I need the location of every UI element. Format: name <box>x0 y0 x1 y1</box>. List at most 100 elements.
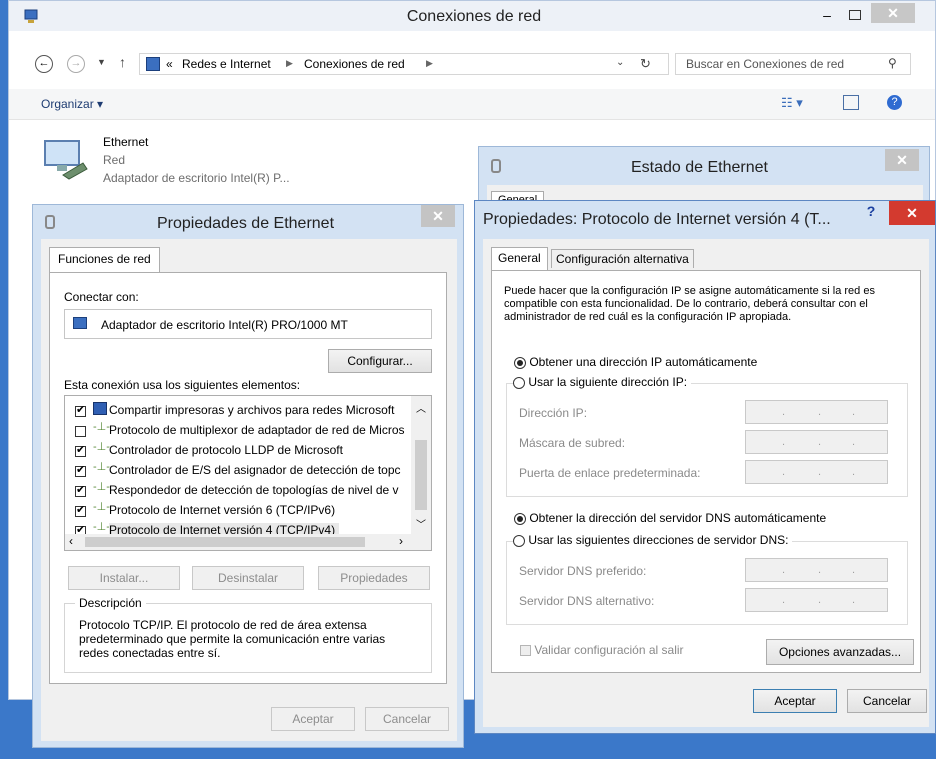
ipv4-ok-button[interactable]: Aceptar <box>753 689 837 713</box>
uninstall-button[interactable]: Desinstalar <box>192 566 304 590</box>
command-bar: Organizar ▾ ☷ ▾ ? <box>9 89 935 120</box>
scroll-up-icon[interactable]: ︿ <box>416 400 426 415</box>
props-window-title: Propiedades de Ethernet <box>157 215 335 232</box>
list-item[interactable]: Compartir impresoras y archivos para red… <box>65 400 405 420</box>
search-placeholder: Buscar en Conexiones de red <box>686 57 845 71</box>
item-checkbox[interactable] <box>75 426 86 438</box>
list-item[interactable]: -⊥- Respondedor de detección de topologí… <box>65 480 405 500</box>
radio-selected-icon[interactable] <box>514 356 526 369</box>
network-folder-icon <box>146 57 160 71</box>
back-button[interactable]: ← <box>35 55 53 73</box>
protocol-icon: -⊥- <box>93 441 110 453</box>
scroll-right-icon[interactable]: › <box>399 534 403 548</box>
network-app-icon <box>491 159 501 173</box>
scroll-thumb[interactable] <box>85 537 365 547</box>
help-icon[interactable]: ? <box>887 95 902 110</box>
ip-auto-radio[interactable]: Obtener una dirección IP automáticamente <box>514 355 757 369</box>
item-checkbox[interactable] <box>75 483 86 498</box>
intro-text: Puede hacer que la configuración IP se a… <box>504 285 875 323</box>
protocol-icon: -⊥- <box>93 481 110 493</box>
ethernet-properties-window: Propiedades de Ethernet ✕ Funciones de r… <box>32 204 464 748</box>
advanced-options-button[interactable]: Opciones avanzadas... <box>766 639 914 665</box>
item-label: Protocolo de multiplexor de adaptador de… <box>109 423 405 437</box>
list-item[interactable]: -⊥- Protocolo de multiplexor de adaptado… <box>65 420 405 440</box>
adapter-device: Adaptador de escritorio Intel(R) P... <box>103 171 290 185</box>
search-icon: ⚲ <box>888 56 897 70</box>
radio-selected-icon[interactable] <box>514 512 526 525</box>
status-close-button[interactable]: ✕ <box>885 149 919 171</box>
refresh-icon[interactable]: ↻ <box>640 56 651 72</box>
ipv4-close-button[interactable]: ✕ <box>889 201 935 225</box>
dns-manual-radio[interactable]: Usar las siguientes direcciones de servi… <box>513 533 793 547</box>
minimize-button[interactable]: – <box>817 7 837 23</box>
forward-button[interactable]: → <box>67 55 85 73</box>
organize-menu[interactable]: Organizar ▾ <box>41 97 103 111</box>
breadcrumb-separator-icon: ▶ <box>286 58 293 68</box>
protocol-icon: -⊥- <box>93 421 110 433</box>
ipv4-window-title: Propiedades: Protocolo de Internet versi… <box>483 211 831 228</box>
help-button[interactable]: ? <box>861 203 881 219</box>
tab-configuracion-alternativa[interactable]: Configuración alternativa <box>551 249 694 268</box>
list-item[interactable]: -⊥- Protocolo de Internet versión 6 (TCP… <box>65 500 405 520</box>
dns-preferred-field: ... <box>745 558 888 582</box>
ip-manual-group: Usar la siguiente dirección IP: Direcció… <box>506 375 908 497</box>
breadcrumb-item[interactable]: Redes e Internet <box>182 57 271 71</box>
breadcrumb-overflow[interactable]: « <box>166 57 173 71</box>
item-checkbox[interactable] <box>75 503 86 518</box>
list-item[interactable]: -⊥- Controlador de protocolo LLDP de Mic… <box>65 440 405 460</box>
preview-pane-icon[interactable] <box>843 95 859 110</box>
validate-checkbox[interactable]: Validar configuración al salir <box>520 643 684 657</box>
history-dropdown-icon[interactable]: ▼ <box>97 57 106 67</box>
protocol-icon: -⊥- <box>93 521 110 533</box>
ipv4-body: General Configuración alternativa Puede … <box>483 239 929 727</box>
network-app-icon <box>45 215 55 229</box>
change-view-icon[interactable]: ☷ ▾ <box>781 95 803 111</box>
radio-unselected-icon[interactable] <box>513 376 525 389</box>
breadcrumb-item[interactable]: Conexiones de red <box>304 57 405 71</box>
scroll-down-icon[interactable]: ﹀ <box>416 516 426 531</box>
ip-address-field: ... <box>745 400 888 424</box>
ipv4-cancel-button[interactable]: Cancelar <box>847 689 927 713</box>
item-label: Protocolo de Internet versión 6 (TCP/IPv… <box>109 503 336 517</box>
item-checkbox[interactable] <box>75 463 86 478</box>
dns-manual-label: Usar las siguientes direcciones de servi… <box>528 533 789 547</box>
validate-checkbox-box[interactable] <box>520 645 531 657</box>
scroll-left-icon[interactable]: ‹ <box>69 534 73 548</box>
protocol-icon: -⊥- <box>93 461 110 473</box>
list-horizontal-scrollbar[interactable]: ‹ › <box>65 534 431 550</box>
item-checkbox[interactable] <box>75 443 86 458</box>
properties-button[interactable]: Propiedades <box>318 566 430 590</box>
dns-auto-radio[interactable]: Obtener la dirección del servidor DNS au… <box>514 511 826 525</box>
configure-button[interactable]: Configurar... <box>328 349 432 373</box>
ok-button[interactable]: Aceptar <box>271 707 355 731</box>
address-bar[interactable]: « Redes e Internet ▶ Conexiones de red ▶… <box>139 53 669 75</box>
printer-share-icon <box>93 402 107 415</box>
address-dropdown-icon[interactable]: ⌄ <box>616 57 624 68</box>
subnet-field: ... <box>745 430 888 454</box>
ethernet-adapter-item[interactable]: Ethernet Red Adaptador de escritorio Int… <box>39 129 459 189</box>
network-adapter-icon <box>43 135 89 181</box>
search-input[interactable]: Buscar en Conexiones de red ⚲ <box>675 53 911 75</box>
gateway-field: ... <box>745 460 888 484</box>
list-item[interactable]: -⊥- Controlador de E/S del asignador de … <box>65 460 405 480</box>
props-close-button[interactable]: ✕ <box>421 205 455 227</box>
radio-unselected-icon[interactable] <box>513 534 525 547</box>
up-button[interactable]: ↑ <box>119 54 126 70</box>
scroll-thumb[interactable] <box>415 440 427 510</box>
item-checkbox[interactable] <box>75 403 86 418</box>
close-button[interactable]: ✕ <box>871 3 915 23</box>
ip-auto-label: Obtener una dirección IP automáticamente <box>529 355 758 369</box>
status-window-title: Estado de Ethernet <box>631 159 768 176</box>
tab-general[interactable]: General <box>491 247 548 270</box>
item-label: Controlador de E/S del asignador de dete… <box>109 463 401 477</box>
ip-manual-radio[interactable]: Usar la siguiente dirección IP: <box>513 375 692 389</box>
cancel-button[interactable]: Cancelar <box>365 707 449 731</box>
ip-manual-label: Usar la siguiente dirección IP: <box>528 375 688 389</box>
list-vertical-scrollbar[interactable]: ︿ ﹀ <box>411 396 431 534</box>
tab-funciones-de-red[interactable]: Funciones de red <box>49 247 160 272</box>
maximize-button[interactable] <box>845 7 865 23</box>
install-button[interactable]: Instalar... <box>68 566 180 590</box>
explorer-title: Conexiones de red <box>406 8 542 25</box>
adapter-name: Ethernet <box>103 135 149 149</box>
components-list[interactable]: Compartir impresoras y archivos para red… <box>64 395 432 551</box>
